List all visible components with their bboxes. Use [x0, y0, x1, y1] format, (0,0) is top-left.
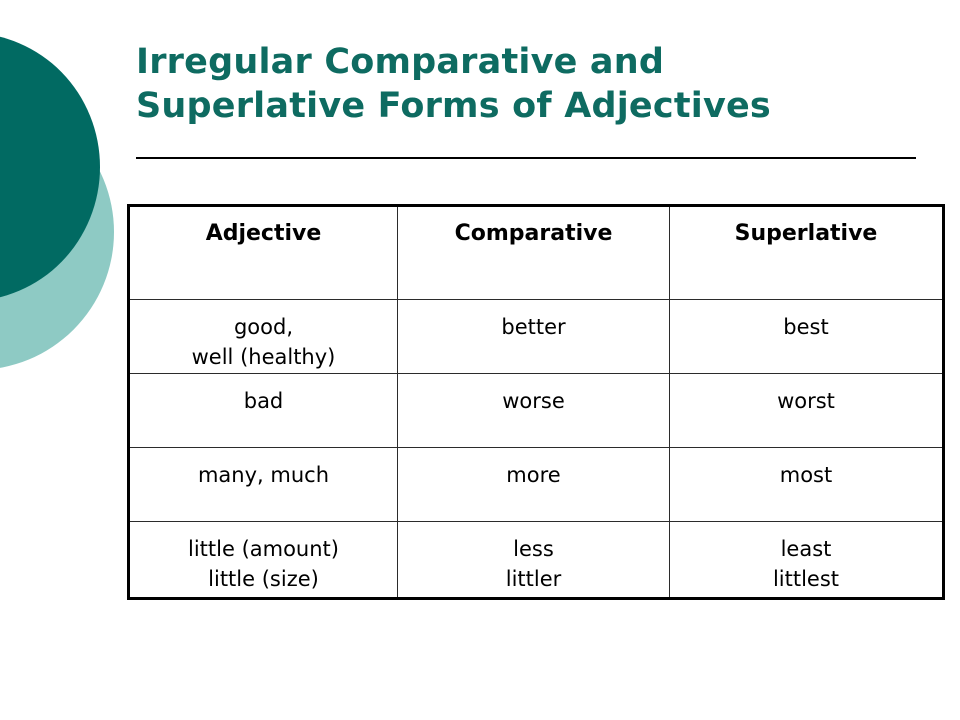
cell-adjective: little (amount) little (size): [127, 521, 398, 600]
cell-text-line-1: more: [506, 463, 561, 487]
slide-title-line-2: Superlative Forms of Adjectives: [136, 86, 771, 126]
column-header-superlative: Superlative: [669, 204, 945, 300]
cell-text-line-2: little (size): [208, 567, 319, 591]
cell-adjective: many, much: [127, 447, 398, 522]
cell-text-line-1: better: [501, 315, 566, 339]
cell-adjective: bad: [127, 373, 398, 448]
cell-comparative: more: [397, 447, 670, 522]
table-row: bad worse worst: [127, 373, 945, 448]
table-row: many, much more most: [127, 447, 945, 522]
cell-comparative: better: [397, 299, 670, 374]
cell-text-line-1: best: [783, 315, 829, 339]
cell-text-line-1: bad: [243, 389, 284, 413]
light-teal-circle: [0, 94, 114, 370]
cell-superlative: best: [669, 299, 945, 374]
cell-superlative: least littlest: [669, 521, 945, 600]
cell-comparative: worse: [397, 373, 670, 448]
table-row: little (amount) little (size) less littl…: [127, 521, 945, 600]
cell-text-line-1: many, much: [197, 463, 330, 487]
irregular-forms-table: Adjective Comparative Superlative good, …: [127, 204, 945, 600]
cell-comparative: less littler: [397, 521, 670, 600]
slide-title-line-1: Irregular Comparative and: [136, 42, 665, 82]
cell-text-line-2: well (healthy): [191, 345, 336, 369]
cell-text-line-1: good,: [233, 315, 294, 339]
dark-teal-circle: [0, 33, 100, 301]
cell-superlative: most: [669, 447, 945, 522]
table-row: good, well (healthy) better best: [127, 299, 945, 374]
page-title: Irregular Comparative and Superlative Fo…: [136, 40, 926, 128]
table-header-row: Adjective Comparative Superlative: [127, 204, 945, 300]
cell-superlative: worst: [669, 373, 945, 448]
column-header-comparative: Comparative: [397, 204, 670, 300]
slide-title: Irregular Comparative and Superlative Fo…: [136, 40, 926, 128]
column-header-adjective: Adjective: [127, 204, 398, 300]
cell-text-line-1: little (amount): [188, 537, 339, 561]
cell-text-line-2: littlest: [772, 567, 840, 591]
cell-text-line-1: most: [779, 463, 833, 487]
cell-adjective: good, well (healthy): [127, 299, 398, 374]
cell-text-line-1: worst: [777, 389, 835, 413]
cell-text-line-1: worse: [502, 389, 565, 413]
cell-text-line-2: littler: [505, 567, 562, 591]
title-divider: [136, 157, 916, 159]
cell-text-line-1: least: [780, 537, 832, 561]
cell-text-line-1: less: [513, 537, 554, 561]
